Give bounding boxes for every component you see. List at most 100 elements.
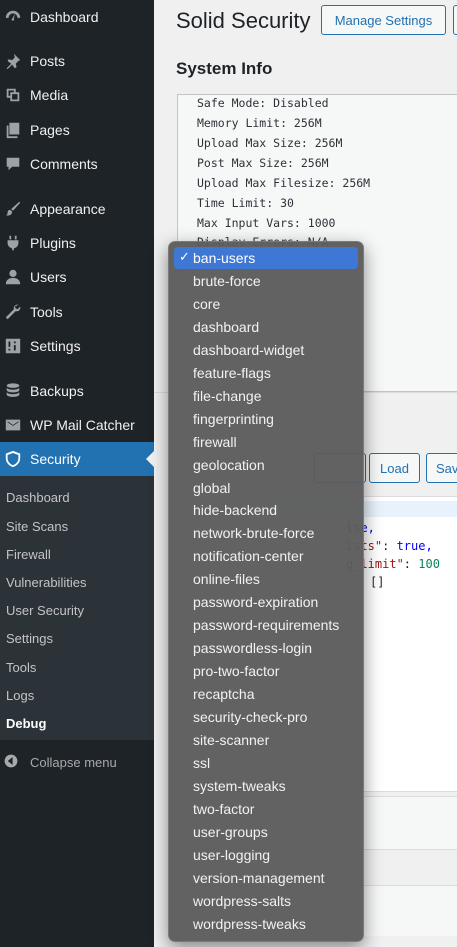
dropdown-option-security-check-pro[interactable]: security-check-pro <box>174 706 358 728</box>
dropdown-option-core[interactable]: core <box>174 293 358 315</box>
sidebar-item-label: Comments <box>30 156 98 172</box>
user-icon <box>4 268 22 286</box>
dropdown-option-label: security-check-pro <box>193 709 308 725</box>
dropdown-option-pro-two-factor[interactable]: pro-two-factor <box>174 660 358 682</box>
sidebar-item-pages[interactable]: Pages <box>0 113 154 147</box>
sidebar-item-tools[interactable]: Tools <box>0 295 154 329</box>
dropdown-option-system-tweaks[interactable]: system-tweaks <box>174 775 358 797</box>
dropdown-option-global[interactable]: global <box>174 477 358 499</box>
submenu-item-user-security[interactable]: User Security <box>6 603 84 618</box>
dropdown-option-firewall[interactable]: firewall <box>174 431 358 453</box>
dropdown-option-label: brute-force <box>193 272 261 289</box>
dropdown-option-user-groups[interactable]: user-groups <box>174 821 358 843</box>
sidebar-item-users[interactable]: Users <box>0 260 154 294</box>
dropdown-option-label: user-logging <box>193 846 271 863</box>
sidebar-item-appearance[interactable]: Appearance <box>0 192 154 226</box>
dropdown-option-label: system-tweaks <box>193 777 286 794</box>
dropdown-option-label: password-expiration <box>193 594 319 611</box>
database-icon <box>4 382 22 400</box>
sidebar-item-label: Dashboard <box>30 9 99 25</box>
dropdown-option-fingerprinting[interactable]: fingerprinting <box>174 408 358 430</box>
dropdown-option-label: site-scanner <box>193 731 270 748</box>
load-button[interactable]: Load <box>369 453 420 483</box>
admin-sidebar: Dashboard Posts Media Pages Comments App… <box>0 0 154 947</box>
dropdown-option-ssl[interactable]: ssl <box>174 752 358 774</box>
dropdown-option-label: ban-users <box>193 250 256 266</box>
module-dropdown-menu[interactable]: ✓ ban-users brute-force core dashboard dashbo… <box>168 241 364 942</box>
submenu-item-tools[interactable]: Tools <box>6 660 36 675</box>
dropdown-option-label: wordpress-tweaks <box>193 915 306 932</box>
system-info-line: Upload Max Filesize: 256M <box>197 176 371 190</box>
system-info-line: Upload Max Size: 256M <box>197 136 343 150</box>
dropdown-option-hide-backend[interactable]: hide-backend <box>174 499 358 521</box>
system-info-line: Post Max Size: 256M <box>197 156 329 170</box>
dropdown-option-network-brute-force[interactable]: network-brute-force <box>174 522 358 544</box>
save-button[interactable]: Sav <box>426 453 457 483</box>
dropdown-option-geolocation[interactable]: geolocation <box>174 454 358 476</box>
dropdown-option-label: dashboard-widget <box>193 341 305 358</box>
dropdown-option-passwordless-login[interactable]: passwordless-login <box>174 637 358 659</box>
sidebar-item-label: Posts <box>30 53 66 69</box>
dropdown-option-feature-flags[interactable]: feature-flags <box>174 362 358 384</box>
wrench-icon <box>4 303 22 321</box>
dropdown-option-dashboard-widget[interactable]: dashboard-widget <box>174 339 358 361</box>
dropdown-option-password-requirements[interactable]: password-requirements <box>174 614 358 636</box>
sidebar-item-posts[interactable]: Posts <box>0 44 154 78</box>
collapse-menu-label: Collapse menu <box>30 754 117 770</box>
sidebar-item-plugins[interactable]: Plugins <box>0 226 154 260</box>
sidebar-item-label: Tools <box>30 304 63 320</box>
dropdown-option-label: dashboard <box>193 318 260 335</box>
dropdown-option-user-logging[interactable]: user-logging <box>174 844 358 866</box>
sidebar-item-comments[interactable]: Comments <box>0 147 154 181</box>
manage-settings-button[interactable]: Manage Settings <box>321 5 446 35</box>
submenu-item-firewall[interactable]: Firewall <box>6 547 51 562</box>
dropdown-option-version-management[interactable]: version-management <box>174 867 358 889</box>
json-line: [] <box>370 575 385 589</box>
json-value: true, <box>396 539 433 553</box>
submenu-item-logs[interactable]: Logs <box>6 688 34 703</box>
sidebar-item-dashboard[interactable]: Dashboard <box>0 0 154 34</box>
pages-icon <box>4 121 22 139</box>
checkmark-icon: ✓ <box>179 249 190 264</box>
dropdown-option-label: ssl <box>193 754 211 771</box>
submenu-item-debug[interactable]: Debug <box>6 716 46 731</box>
system-info-line: Memory Limit: 256M <box>197 116 322 130</box>
submenu-item-dashboard[interactable]: Dashboard <box>6 490 70 505</box>
dropdown-option-dashboard[interactable]: dashboard <box>174 316 358 338</box>
media-icon <box>4 86 22 104</box>
collapse-menu-button[interactable]: Collapse menu <box>0 750 154 774</box>
dropdown-option-ban-users[interactable]: ✓ ban-users <box>174 247 358 269</box>
dropdown-option-online-files[interactable]: online-files <box>174 568 358 590</box>
submenu-item-settings[interactable]: Settings <box>6 631 53 646</box>
sidebar-item-media[interactable]: Media <box>0 78 154 112</box>
dropdown-option-label: online-files <box>193 571 260 588</box>
submenu-item-site-scans[interactable]: Site Scans <box>6 519 68 534</box>
envelope-icon <box>4 416 22 434</box>
dropdown-option-label: passwordless-login <box>193 640 313 657</box>
dropdown-option-file-change[interactable]: file-change <box>174 385 358 407</box>
sidebar-item-wp-mail-catcher[interactable]: WP Mail Catcher <box>0 408 154 442</box>
dropdown-option-notification-center[interactable]: notification-center <box>174 545 358 567</box>
sidebar-item-label: Media <box>30 87 69 103</box>
sidebar-item-backups[interactable]: Backups <box>0 374 154 408</box>
shield-icon <box>4 450 22 468</box>
pin-icon <box>4 52 22 70</box>
dropdown-option-password-expiration[interactable]: password-expiration <box>174 591 358 613</box>
dropdown-option-label: version-management <box>193 869 325 886</box>
submenu-item-vulnerabilities[interactable]: Vulnerabilities <box>6 575 86 590</box>
dropdown-option-wordpress-tweaks[interactable]: wordpress-tweaks <box>174 913 358 935</box>
active-indicator-arrow <box>146 451 154 467</box>
sidebar-item-security[interactable]: Security <box>0 442 154 476</box>
sidebar-item-settings[interactable]: Settings <box>0 329 154 363</box>
dropdown-option-site-scanner[interactable]: site-scanner <box>174 729 358 751</box>
dropdown-option-recaptcha[interactable]: recaptcha <box>174 683 358 705</box>
header-secondary-button[interactable] <box>453 5 457 35</box>
dropdown-option-two-factor[interactable]: two-factor <box>174 798 358 820</box>
dropdown-option-label: wordpress-salts <box>193 892 292 909</box>
sidebar-item-label: Security <box>30 451 81 467</box>
comment-icon <box>4 155 22 173</box>
system-info-title: System Info <box>176 59 273 78</box>
dropdown-option-wordpress-salts[interactable]: wordpress-salts <box>174 890 358 912</box>
sidebar-item-label: WP Mail Catcher <box>30 417 135 433</box>
dropdown-option-brute-force[interactable]: brute-force <box>174 270 358 292</box>
